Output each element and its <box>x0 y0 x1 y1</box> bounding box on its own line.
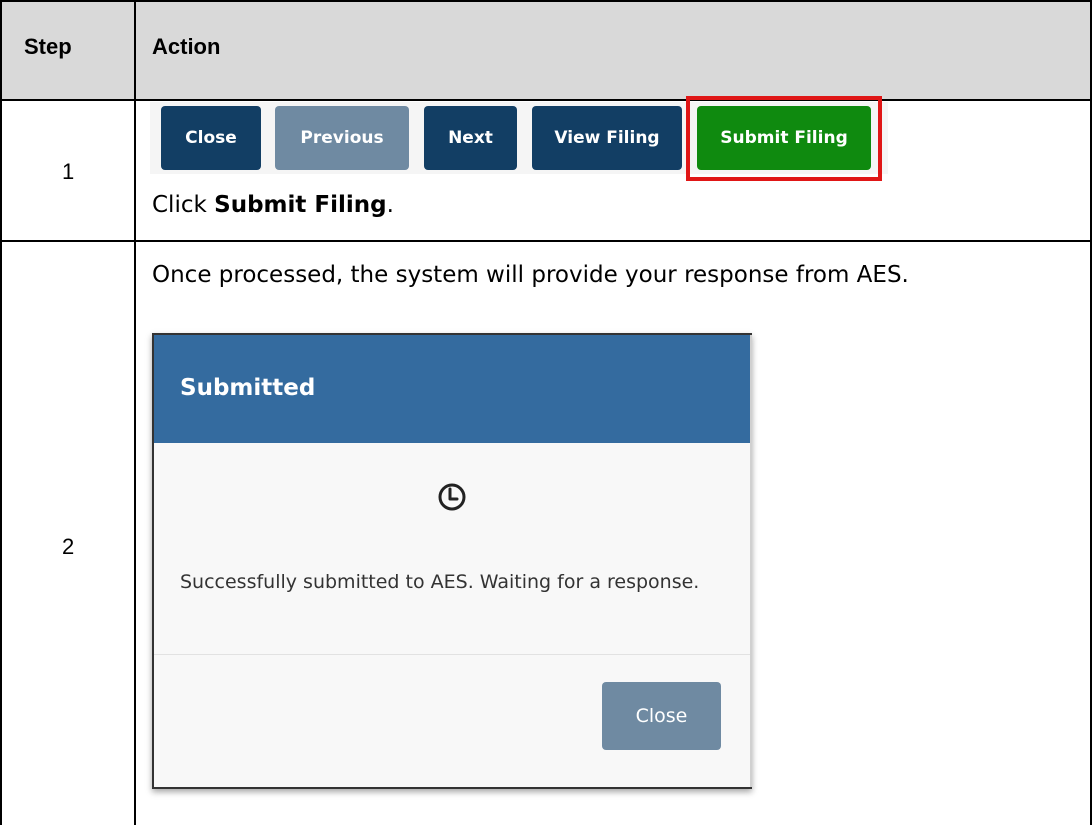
table-border-header <box>0 99 1092 101</box>
view-filing-button[interactable]: View Filing <box>532 106 682 170</box>
step-2-instruction: Once processed, the system will provide … <box>152 262 909 288</box>
modal-message: Successfully submitted to AES. Waiting f… <box>180 571 700 593</box>
step-number-2: 2 <box>62 534 75 559</box>
modal-header: Submitted <box>154 335 750 443</box>
header-step: Step <box>24 34 72 59</box>
step-number-1: 1 <box>62 159 75 184</box>
step-1-instruction: Click Submit Filing. <box>152 192 394 218</box>
instruction-prefix: Click <box>152 192 215 218</box>
table-border-left <box>0 0 2 825</box>
previous-button[interactable]: Previous <box>275 106 409 170</box>
modal-scrollbar <box>750 335 752 787</box>
modal-title: Submitted <box>180 375 316 401</box>
submitted-modal: Submitted Successfully submitted to AES.… <box>152 333 752 789</box>
close-button[interactable]: Close <box>161 106 261 170</box>
submit-filing-highlight <box>686 96 882 181</box>
clock-icon <box>438 483 466 511</box>
instruction-emphasis: Submit Filing <box>214 192 387 218</box>
table-border-row1 <box>0 240 1092 242</box>
header-action: Action <box>152 34 221 59</box>
table-border-top <box>0 0 1092 2</box>
modal-close-button[interactable]: Close <box>602 682 721 750</box>
instruction-suffix: . <box>386 192 394 218</box>
next-button[interactable]: Next <box>424 106 517 170</box>
table-border-mid <box>134 0 136 825</box>
modal-divider <box>154 654 750 655</box>
